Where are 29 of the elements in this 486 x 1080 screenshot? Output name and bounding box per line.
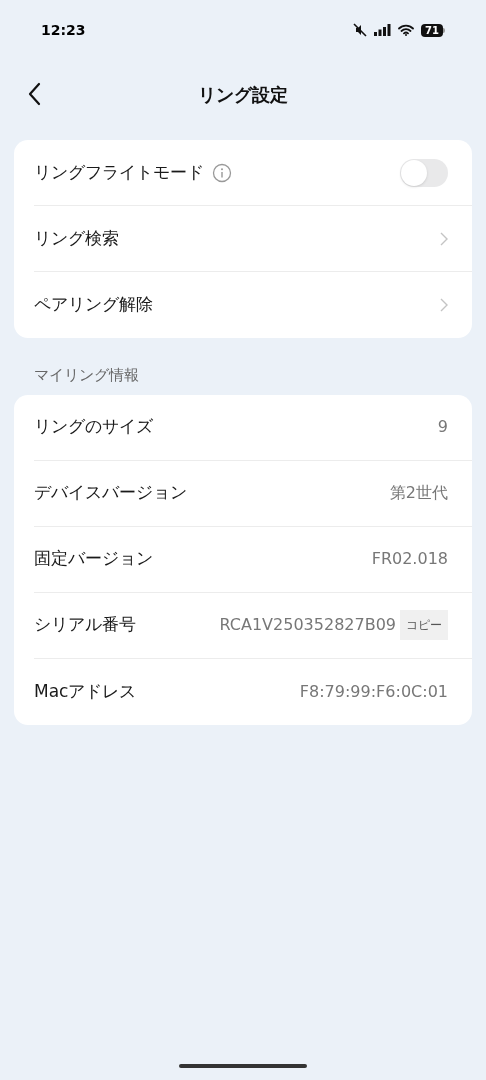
back-icon [27,82,41,106]
setting-label: リング検索 [34,226,119,250]
info-value: 9 [437,416,448,438]
copy-button[interactable]: コピー [400,610,448,640]
settings-row[interactable]: リングフライトモード [34,140,472,206]
toggle-switch[interactable] [400,158,448,187]
setting-label: リングフライトモード [34,160,204,184]
info-label: Macアドレス [34,679,137,703]
info-icon[interactable] [212,162,232,183]
info-label: リングのサイズ [34,415,153,439]
battery-icon: 71 [421,23,445,37]
info-label: 固定バージョン [34,547,153,571]
info-value: RCA1V250352827B09 [219,614,396,636]
info-value: FR02.018 [371,548,448,570]
status-time: 12:23 [41,20,86,40]
settings-row[interactable]: ペアリング解除 [34,272,472,338]
info-label: シリアル番号 [34,613,136,637]
chevron-right-icon [440,298,448,312]
setting-label: ペアリング解除 [34,293,153,317]
signal-icon [374,24,392,36]
info-value: F8:79:99:F6:0C:01 [299,680,448,703]
mute-icon [353,23,368,37]
wifi-icon [398,24,415,36]
page-title: リング設定 [198,82,288,107]
settings-row[interactable]: リング検索 [34,206,472,272]
info-value: 第2世代 [389,482,448,504]
chevron-right-icon [440,231,448,246]
section-title: マイリング情報 [33,365,140,386]
info-label: デバイスバージョン [34,481,187,505]
